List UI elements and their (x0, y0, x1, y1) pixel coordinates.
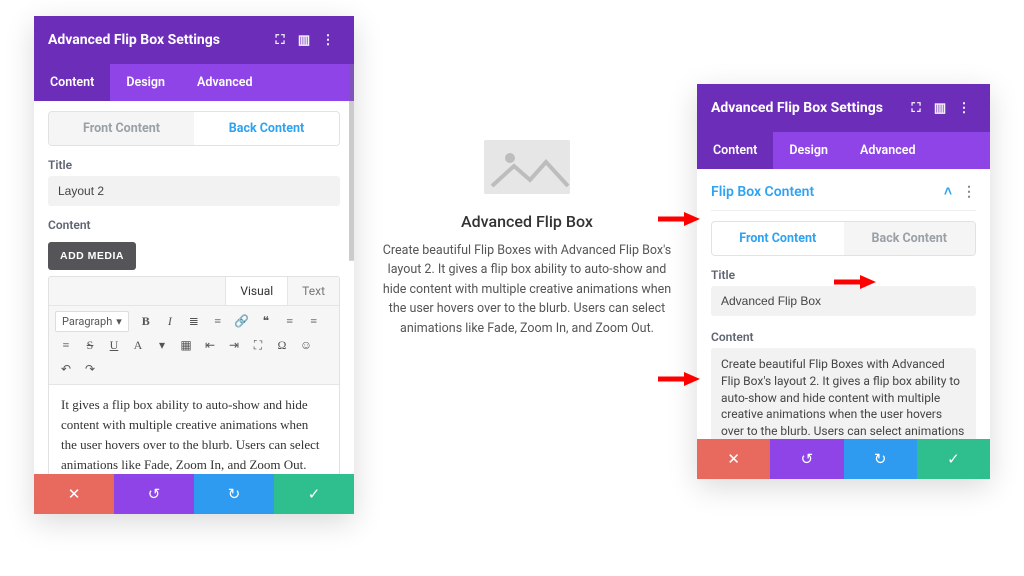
tab-advanced[interactable]: Advanced (181, 64, 269, 101)
paragraph-dropdown[interactable]: Paragraph▾ (55, 311, 129, 332)
editor-tab-text[interactable]: Text (288, 277, 339, 305)
content-label: Content (711, 330, 976, 344)
editor-toolbar: Paragraph▾ B I ≣ ≡ 🔗 ❝ ≡ ≡ ≡ S U A ▾ ▦ ⇤… (49, 306, 339, 385)
editor-content[interactable]: It gives a flip box ability to auto-show… (49, 385, 339, 474)
more-icon[interactable]: ▾ (151, 334, 173, 356)
emoji-icon[interactable]: ☺ (295, 334, 317, 356)
kebab-icon[interactable]: ⋮ (316, 28, 340, 52)
underline-icon[interactable]: U (103, 334, 125, 356)
tab-content[interactable]: Content (34, 64, 110, 101)
cancel-button[interactable]: ✕ (697, 439, 770, 479)
seg-front-content[interactable]: Front Content (712, 222, 844, 255)
seg-back-content[interactable]: Back Content (194, 112, 339, 145)
undo-button[interactable]: ↺ (114, 474, 194, 514)
redo-icon[interactable]: ↷ (79, 358, 101, 380)
panel-title: Advanced Flip Box Settings (711, 100, 883, 116)
bullet-list-icon[interactable]: ≣ (183, 310, 205, 332)
action-bar: ✕ ↺ ↻ ✓ (34, 474, 354, 514)
annotation-arrow-icon (656, 370, 700, 388)
redo-button[interactable]: ↻ (194, 474, 274, 514)
special-char-icon[interactable]: Ω (271, 334, 293, 356)
panel-body: Front Content Back Content Title Content… (34, 101, 354, 474)
save-button[interactable]: ✓ (917, 439, 990, 479)
indent-out-icon[interactable]: ⇤ (199, 334, 221, 356)
action-bar: ✕ ↺ ↻ ✓ (697, 439, 990, 479)
strike-icon[interactable]: S (79, 334, 101, 356)
align-right-icon[interactable]: ≡ (55, 334, 77, 356)
table-icon[interactable]: ▦ (175, 334, 197, 356)
expand-icon[interactable]: ⛶ (268, 28, 292, 52)
quote-icon[interactable]: ❝ (255, 310, 277, 332)
preview-body: Create beautiful Flip Boxes with Advance… (382, 241, 672, 338)
settings-panel-right: Advanced Flip Box Settings ⛶ ▥ ⋮ Content… (697, 84, 990, 479)
module-preview: Advanced Flip Box Create beautiful Flip … (382, 140, 672, 338)
title-label: Title (711, 268, 976, 282)
title-label: Title (48, 158, 340, 172)
content-label: Content (48, 218, 340, 232)
tab-design[interactable]: Design (773, 132, 844, 169)
settings-panel-left: Advanced Flip Box Settings ⛶ ▥ ⋮ Content… (34, 16, 354, 514)
seg-back-content[interactable]: Back Content (844, 222, 976, 255)
align-left-icon[interactable]: ≡ (279, 310, 301, 332)
indent-in-icon[interactable]: ⇥ (223, 334, 245, 356)
tab-content[interactable]: Content (697, 132, 773, 169)
editor-mode-tabs: Visual Text (49, 277, 339, 306)
undo-button[interactable]: ↺ (770, 439, 843, 479)
columns-icon[interactable]: ▥ (292, 28, 316, 52)
wysiwyg-editor: Visual Text Paragraph▾ B I ≣ ≡ 🔗 ❝ ≡ ≡ ≡… (48, 276, 340, 474)
italic-icon[interactable]: I (159, 310, 181, 332)
panel-body: Flip Box Content ˄ ⋮ Front Content Back C… (697, 169, 990, 439)
kebab-icon[interactable]: ⋮ (962, 184, 976, 200)
expand-icon[interactable]: ⛶ (904, 96, 928, 120)
preview-heading: Advanced Flip Box (382, 212, 672, 231)
tabs: Content Design Advanced (697, 132, 990, 169)
content-field[interactable]: Create beautiful Flip Boxes with Advance… (711, 348, 976, 439)
scrollbar[interactable] (349, 64, 354, 474)
chevron-up-icon: ˄ (944, 183, 952, 200)
kebab-icon[interactable]: ⋮ (952, 96, 976, 120)
undo-icon[interactable]: ↶ (55, 358, 77, 380)
title-field[interactable] (711, 286, 976, 316)
content-side-segment: Front Content Back Content (711, 221, 976, 256)
editor-tab-visual[interactable]: Visual (225, 277, 288, 305)
chevron-down-icon: ▾ (116, 315, 122, 328)
image-placeholder-icon (484, 140, 570, 194)
tab-advanced[interactable]: Advanced (844, 132, 932, 169)
columns-icon[interactable]: ▥ (928, 96, 952, 120)
tab-design[interactable]: Design (110, 64, 181, 101)
bold-icon[interactable]: B (135, 310, 157, 332)
redo-button[interactable]: ↻ (844, 439, 917, 479)
save-button[interactable]: ✓ (274, 474, 354, 514)
add-media-button[interactable]: ADD MEDIA (48, 242, 136, 270)
titlebar: Advanced Flip Box Settings ⛶ ▥ ⋮ (34, 16, 354, 64)
panel-title: Advanced Flip Box Settings (48, 32, 220, 48)
cancel-button[interactable]: ✕ (34, 474, 114, 514)
tabs: Content Design Advanced (34, 64, 354, 101)
text-color-icon[interactable]: A (127, 334, 149, 356)
align-center-icon[interactable]: ≡ (303, 310, 325, 332)
link-icon[interactable]: 🔗 (231, 310, 253, 332)
title-field[interactable] (48, 176, 340, 206)
titlebar: Advanced Flip Box Settings ⛶ ▥ ⋮ (697, 84, 990, 132)
section-title: Flip Box Content (711, 184, 814, 200)
section-flip-box-content[interactable]: Flip Box Content ˄ ⋮ (711, 179, 976, 211)
numbered-list-icon[interactable]: ≡ (207, 310, 229, 332)
seg-front-content[interactable]: Front Content (49, 112, 194, 145)
fullscreen-icon[interactable]: ⛶ (247, 334, 269, 356)
content-side-segment: Front Content Back Content (48, 111, 340, 146)
